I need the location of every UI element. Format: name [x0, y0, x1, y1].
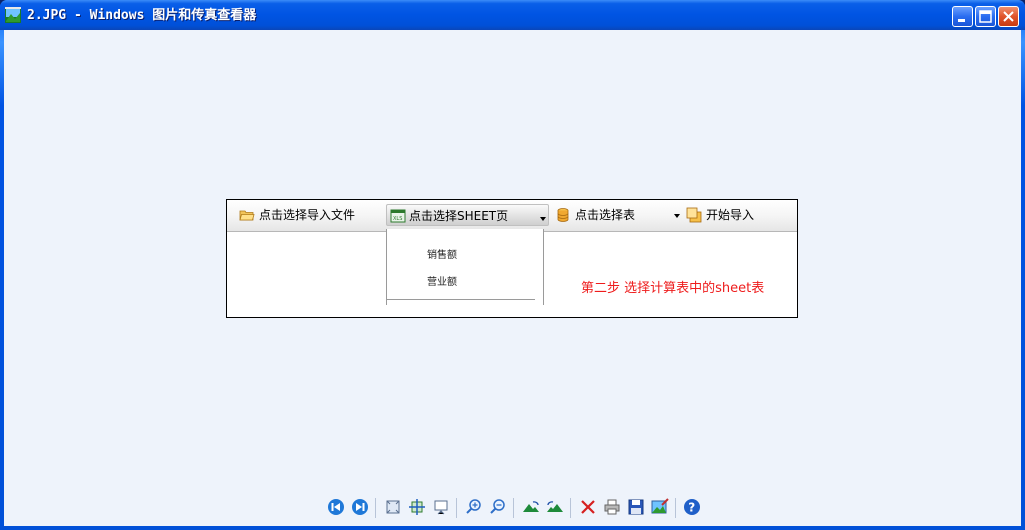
select-table-label: 点击选择表 — [575, 208, 636, 222]
divider — [456, 498, 457, 518]
print-button[interactable] — [603, 498, 623, 518]
viewer-window: 2.JPG - Windows 图片和传真查看器 点击选择导入文件 XLS 点击… — [0, 0, 1025, 530]
folder-icon — [239, 210, 255, 221]
import-file-label: 点击选择导入文件 — [259, 208, 356, 222]
svg-text:?: ? — [688, 501, 695, 515]
minimize-icon — [958, 19, 965, 22]
import-icon — [686, 207, 702, 223]
excel-icon: XLS — [390, 209, 406, 223]
save-icon — [628, 499, 644, 515]
divider — [570, 498, 571, 518]
svg-text:XLS: XLS — [393, 216, 402, 222]
delete-icon — [581, 500, 595, 514]
next-image-icon — [352, 499, 368, 515]
select-table-item: 点击选择表 — [555, 204, 675, 226]
select-sheet-label: 点击选择SHEET页 — [409, 209, 509, 223]
list-item: 营业额 — [427, 277, 457, 288]
dropdown-arrow-icon — [674, 214, 680, 218]
import-file-item: 点击选择导入文件 — [239, 204, 369, 226]
divider — [375, 498, 376, 518]
zoom-out-icon — [490, 499, 505, 514]
print-icon — [604, 499, 620, 515]
displayed-image: 点击选择导入文件 XLS 点击选择SHEET页 点击选择表 开始导入 销售额 营… — [226, 199, 798, 318]
edit-icon — [651, 498, 669, 514]
rotate-clockwise-button[interactable] — [522, 498, 542, 518]
next-image-button[interactable] — [351, 498, 371, 518]
zoom-in-icon — [466, 499, 481, 514]
start-import-item: 开始导入 — [686, 204, 766, 226]
edit-button[interactable] — [651, 498, 671, 518]
start-import-label: 开始导入 — [706, 208, 755, 222]
actual-size-icon — [409, 499, 425, 515]
image-toolbar: 点击选择导入文件 XLS 点击选择SHEET页 点击选择表 开始导入 — [227, 200, 797, 232]
divider — [675, 498, 676, 518]
best-fit-button[interactable] — [384, 498, 404, 518]
actual-size-button[interactable] — [408, 498, 428, 518]
rotate-counterclockwise-icon — [547, 501, 563, 512]
maximize-icon — [979, 10, 992, 23]
sheet-dropdown-list: 销售额 营业额 — [386, 229, 544, 305]
minimize-button[interactable] — [952, 6, 973, 27]
rotate-counterclockwise-button[interactable] — [546, 498, 566, 518]
divider — [513, 498, 514, 518]
save-button[interactable] — [627, 498, 647, 518]
delete-button[interactable] — [579, 498, 599, 518]
list-item: 销售额 — [427, 250, 457, 261]
dropdown-arrow-icon — [540, 217, 546, 221]
maximize-button[interactable] — [975, 6, 996, 27]
title-bar[interactable]: 2.JPG - Windows 图片和传真查看器 — [0, 0, 1025, 30]
close-icon — [1003, 11, 1014, 22]
window-title: 2.JPG - Windows 图片和传真查看器 — [27, 8, 257, 23]
database-icon — [557, 208, 569, 222]
image-display-area: 点击选择导入文件 XLS 点击选择SHEET页 点击选择表 开始导入 销售额 营… — [4, 30, 1021, 526]
zoom-in-button[interactable] — [465, 498, 485, 518]
viewer-toolbar: ? — [324, 496, 704, 520]
rotate-clockwise-icon — [523, 501, 539, 512]
previous-image-icon — [328, 499, 344, 515]
close-button[interactable] — [998, 6, 1019, 27]
divider — [387, 299, 535, 300]
select-sheet-item: XLS 点击选择SHEET页 — [386, 204, 549, 226]
previous-image-button[interactable] — [327, 498, 347, 518]
zoom-out-button[interactable] — [489, 498, 509, 518]
slideshow-icon — [434, 500, 448, 515]
app-icon — [5, 7, 21, 23]
slideshow-button[interactable] — [432, 498, 452, 518]
best-fit-icon — [386, 500, 400, 514]
help-button[interactable]: ? — [683, 498, 703, 518]
step-hint-text: 第二步 选择计算表中的sheet表 — [581, 281, 765, 296]
help-icon: ? — [684, 499, 700, 515]
